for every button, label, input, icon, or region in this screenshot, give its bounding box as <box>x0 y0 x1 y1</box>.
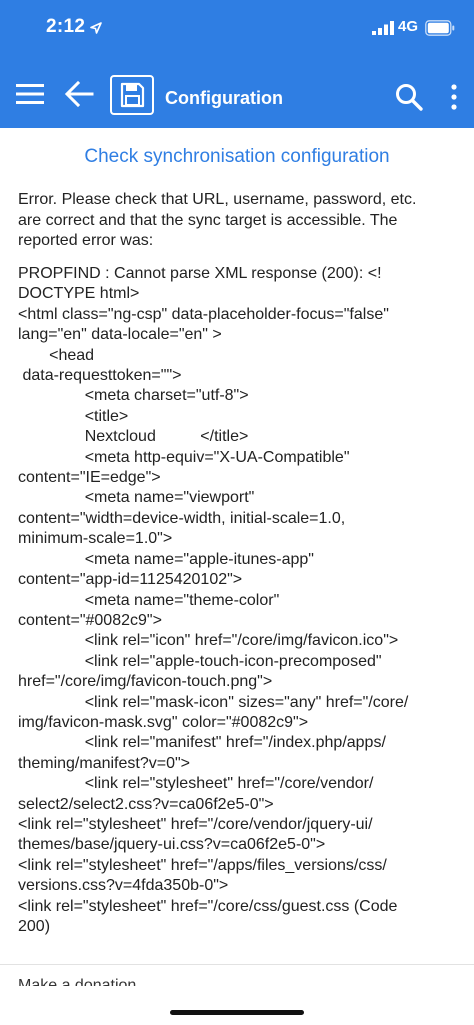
search-icon[interactable] <box>394 82 424 112</box>
back-arrow-icon[interactable] <box>64 80 94 108</box>
battery-icon <box>425 20 455 36</box>
main-content: Check synchronisation configuration Erro… <box>0 128 474 1025</box>
divider <box>0 964 474 965</box>
location-icon <box>90 22 102 34</box>
donation-link[interactable]: Make a donation <box>18 976 136 986</box>
status-time: 2:12 <box>46 16 86 37</box>
error-message: Error. Please check that URL, username, … <box>18 191 417 249</box>
save-icon <box>120 82 145 108</box>
check-sync-config-link[interactable]: Check synchronisation configuration <box>0 146 474 168</box>
top-toolbar: Configuration <box>0 60 474 128</box>
status-bar: 2:12 4G <box>0 0 474 60</box>
page-title: Configuration <box>165 88 283 108</box>
save-button[interactable] <box>110 75 154 115</box>
network-label: 4G <box>398 18 419 35</box>
home-indicator <box>170 1010 304 1015</box>
more-vertical-icon[interactable] <box>446 82 462 112</box>
signal-icon <box>372 21 394 35</box>
error-detail: PROPFIND : Cannot parse XML response (20… <box>18 265 409 935</box>
menu-icon[interactable] <box>14 80 46 108</box>
